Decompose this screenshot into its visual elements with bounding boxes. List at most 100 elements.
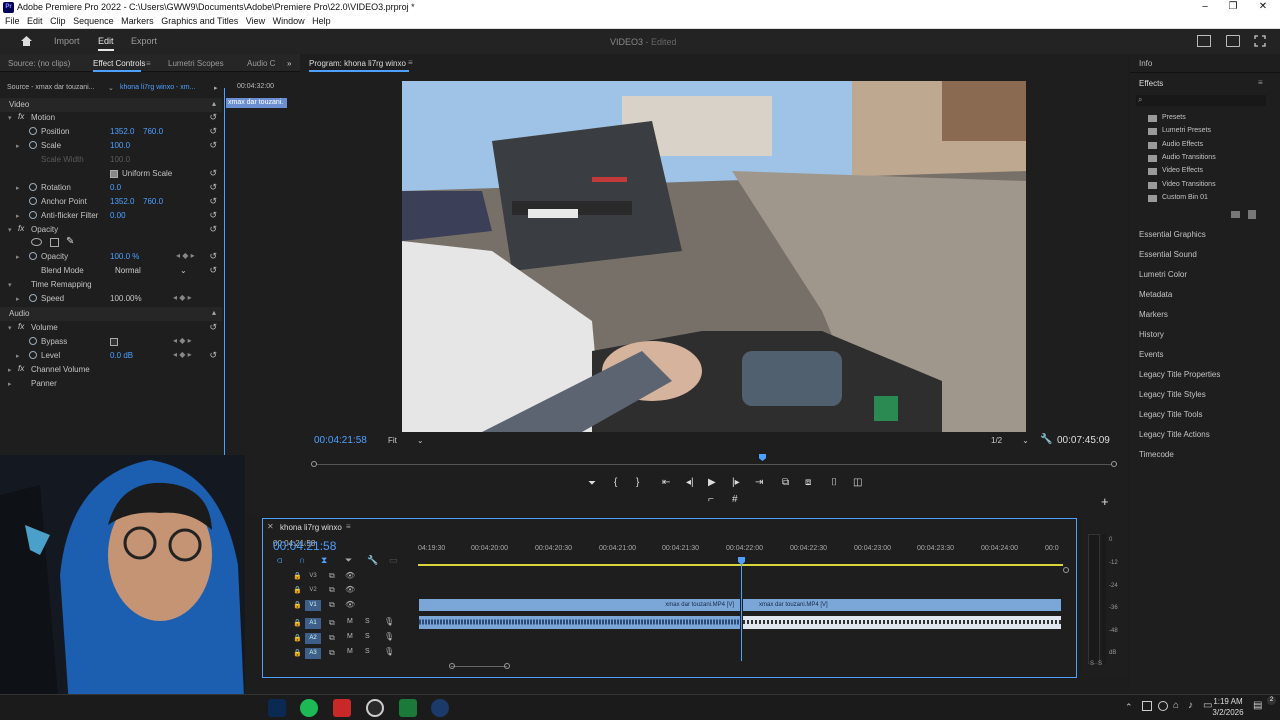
track-v1-label[interactable]: V1: [305, 600, 321, 611]
home-icon[interactable]: [20, 35, 33, 47]
reset-icon[interactable]: ↺: [209, 210, 217, 221]
sync-lock-icon[interactable]: ⧉: [329, 618, 335, 628]
legacy-title-styles-panel[interactable]: Legacy Title Styles: [1139, 390, 1206, 399]
menu-sequence[interactable]: Sequence: [73, 15, 114, 28]
program-tab[interactable]: Program: khona li7rg winxo: [309, 59, 406, 68]
mini-playhead[interactable]: [224, 88, 225, 514]
tray-app-icon[interactable]: [1158, 701, 1168, 711]
blend-mode-select[interactable]: Normal ⌄: [112, 265, 190, 276]
tab-menu-icon[interactable]: ≡: [146, 59, 151, 68]
magnet-icon[interactable]: ∩: [299, 555, 305, 565]
expand-icon[interactable]: ▸: [16, 184, 20, 192]
tab-lumetri-scopes[interactable]: Lumetri Scopes: [168, 59, 224, 68]
solo-right[interactable]: S: [1098, 661, 1102, 667]
tab-audio-clip-mixer[interactable]: Audio C: [247, 59, 275, 68]
mute-button[interactable]: M: [347, 633, 353, 640]
quality-select[interactable]: 1/2 ⌄: [991, 436, 1029, 445]
zoom-handle-right[interactable]: [504, 663, 510, 669]
expand-icon[interactable]: ▾: [8, 324, 12, 332]
expand-icon[interactable]: ▸: [16, 142, 20, 150]
minimize-button[interactable]: –: [1190, 0, 1220, 15]
notification-icon[interactable]: ▤: [1253, 700, 1262, 711]
edit-tab[interactable]: Edit: [98, 36, 114, 51]
import-tab[interactable]: Import: [54, 36, 80, 46]
solo-left[interactable]: S: [1090, 661, 1094, 667]
metadata-panel[interactable]: Metadata: [1139, 290, 1172, 299]
voicemeeter-app-icon[interactable]: [333, 699, 351, 717]
eye-icon[interactable]: 👁: [345, 600, 355, 609]
effects-panel-tab[interactable]: Effects: [1139, 79, 1163, 88]
lift-icon[interactable]: ⌐: [708, 494, 714, 505]
lock-icon[interactable]: 🔒: [293, 634, 302, 642]
effects-folder-custom-bin[interactable]: Custom Bin 01: [1162, 194, 1208, 201]
track-v2-label[interactable]: V2: [305, 585, 321, 596]
tab-source[interactable]: Source: (no clips): [8, 59, 70, 68]
timecode-panel[interactable]: Timecode: [1139, 450, 1174, 459]
anchor-y-value[interactable]: 760.0: [143, 197, 163, 206]
track-a3-label[interactable]: A3: [305, 648, 321, 659]
timeline-playhead[interactable]: [741, 559, 742, 661]
audio-clip[interactable]: [743, 616, 1061, 629]
play-icon[interactable]: ▶: [708, 477, 716, 488]
legacy-title-properties-panel[interactable]: Legacy Title Properties: [1139, 370, 1220, 379]
menu-markers[interactable]: Markers: [121, 15, 154, 28]
speed-value[interactable]: 100.00%: [110, 294, 142, 303]
obs-app-icon[interactable]: [366, 699, 384, 717]
program-playhead[interactable]: [759, 454, 766, 461]
ellipse-mask-icon[interactable]: [31, 238, 42, 246]
volume-icon[interactable]: ♪: [1188, 700, 1193, 711]
clock-time[interactable]: 1:19 AM: [1209, 697, 1247, 706]
collapse-icon[interactable]: ▴: [212, 99, 216, 108]
rotation-value[interactable]: 0.0: [110, 183, 121, 192]
microphone-icon[interactable]: 🎙: [384, 647, 394, 656]
anchor-x-value[interactable]: 1352.0: [110, 197, 134, 206]
lock-icon[interactable]: 🔒: [293, 586, 302, 594]
volume-row[interactable]: ▾ fx Volume ↺: [0, 321, 222, 335]
menu-graphics[interactable]: Graphics and Titles: [161, 15, 238, 28]
effects-folder-audio-transitions[interactable]: Audio Transitions: [1162, 154, 1216, 161]
panel-menu-icon[interactable]: ≡: [346, 522, 351, 531]
eye-icon[interactable]: 👁: [345, 585, 355, 594]
sync-lock-icon[interactable]: ⧉: [329, 633, 335, 643]
wrench-icon[interactable]: 🔧: [1040, 434, 1052, 445]
expand-icon[interactable]: ▾: [8, 281, 12, 289]
new-bin-icon[interactable]: [1231, 211, 1240, 218]
sync-lock-icon[interactable]: ⧉: [329, 600, 335, 610]
snap-icon[interactable]: ⫏: [277, 555, 282, 566]
reset-icon[interactable]: ↺: [209, 322, 217, 333]
effects-folder-video-effects[interactable]: Video Effects: [1162, 167, 1203, 174]
scrub-start-handle[interactable]: [311, 461, 317, 467]
sync-lock-icon[interactable]: ⧉: [329, 571, 335, 581]
keyframe-nav-icon[interactable]: ◂ ◆ ▸: [176, 251, 195, 260]
effects-folder-lumetri[interactable]: Lumetri Presets: [1162, 127, 1211, 134]
legacy-title-actions-panel[interactable]: Legacy Title Actions: [1139, 430, 1210, 439]
more-tabs-icon[interactable]: »: [287, 59, 291, 68]
microphone-icon[interactable]: 🎙: [384, 617, 394, 626]
panel-menu-icon[interactable]: ≡: [408, 58, 413, 67]
export-tab[interactable]: Export: [131, 36, 157, 46]
solo-button[interactable]: S: [365, 633, 370, 640]
essential-graphics-panel[interactable]: Essential Graphics: [1139, 230, 1206, 239]
video-frame[interactable]: [402, 81, 1026, 432]
menu-view[interactable]: View: [246, 15, 265, 28]
play-only-icon[interactable]: ▸: [214, 84, 218, 92]
stopwatch-icon[interactable]: [29, 141, 37, 149]
reset-icon[interactable]: ↺: [209, 182, 217, 193]
legacy-title-tools-panel[interactable]: Legacy Title Tools: [1139, 410, 1202, 419]
track-v3-label[interactable]: V3: [305, 571, 321, 582]
reset-icon[interactable]: ↺: [209, 140, 217, 151]
audio-clip[interactable]: [419, 616, 740, 629]
expand-icon[interactable]: ▸: [16, 212, 20, 220]
effects-folder-video-transitions[interactable]: Video Transitions: [1162, 181, 1216, 188]
sync-lock-icon[interactable]: ⧉: [329, 648, 335, 658]
channel-volume-row[interactable]: ▸ fx Channel Volume: [0, 363, 222, 377]
keyframe-nav-icon[interactable]: ◂ ◆ ▸: [173, 350, 192, 359]
zoom-handle-left[interactable]: [449, 663, 455, 669]
effects-folder-presets[interactable]: Presets: [1162, 114, 1186, 121]
scroll-handle[interactable]: [1063, 567, 1069, 573]
info-panel-tab[interactable]: Info: [1139, 59, 1152, 68]
keyframe-nav-icon[interactable]: ◂ ◆ ▸: [173, 336, 192, 345]
lock-icon[interactable]: 🔒: [293, 601, 302, 609]
opacity-value[interactable]: 100.0 %: [110, 252, 139, 261]
workspaces-icon[interactable]: [1197, 35, 1211, 47]
